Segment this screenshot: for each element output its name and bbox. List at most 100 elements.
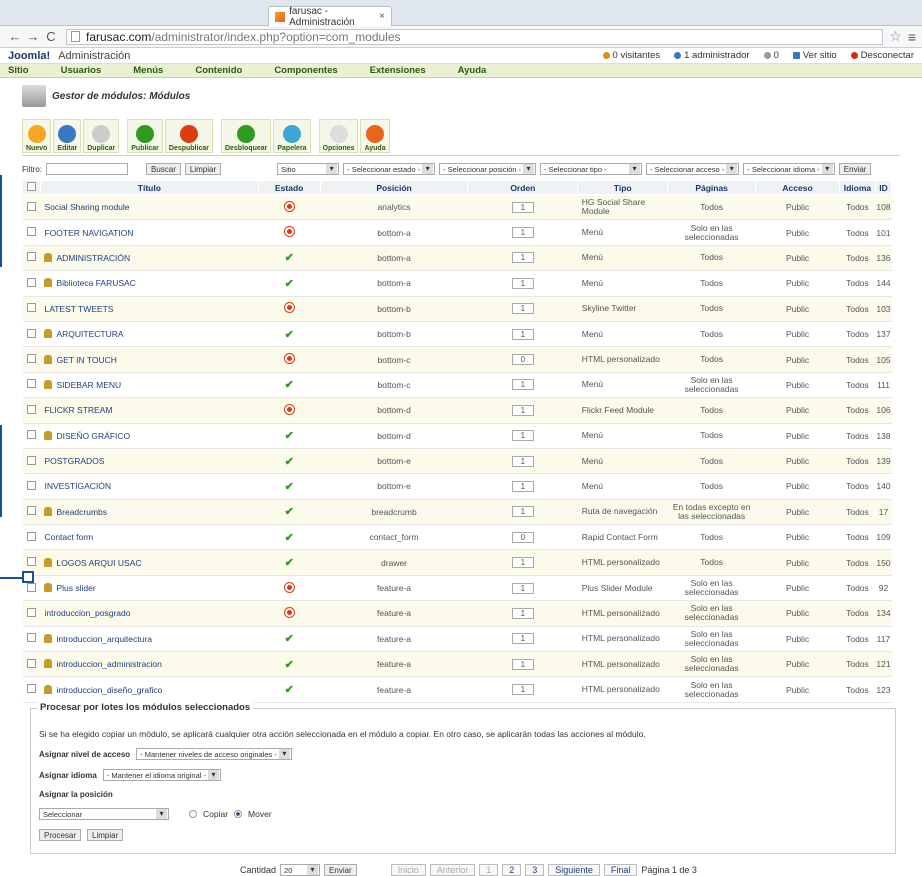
row-select-cell[interactable] xyxy=(22,499,41,526)
type-select[interactable]: - Seleccionar tipo - xyxy=(540,163,643,175)
pager-send-button[interactable]: Enviar xyxy=(324,864,357,876)
site-select[interactable]: Sitio xyxy=(277,163,340,175)
close-icon[interactable]: × xyxy=(379,11,385,22)
menu-extensiones[interactable]: Extensiones xyxy=(370,65,426,76)
row-checkbox[interactable] xyxy=(26,531,36,541)
position-select[interactable]: - Seleccionar posición - xyxy=(439,163,537,175)
url-input[interactable]: farusac.com /administrator/index.php?opt… xyxy=(66,28,884,45)
row-checkbox[interactable] xyxy=(26,303,36,313)
col-position[interactable]: Posición xyxy=(319,180,469,195)
toolbar-duplicar-button[interactable]: Duplicar xyxy=(83,119,120,153)
table-row[interactable]: POSTGRADOS ✔ bottom-e 1 Menú Todos Public Todos… xyxy=(22,448,892,475)
menu-contenido[interactable]: Contenido xyxy=(195,65,242,76)
table-row[interactable]: Biblioteca FARUSAC ✔ bottom-a 1 Menú Todos Pub… xyxy=(22,270,892,297)
lock-icon[interactable] xyxy=(44,329,53,339)
access-select[interactable]: - Seleccionar acceso - xyxy=(646,163,740,175)
module-title[interactable]: GET IN TOUCH xyxy=(56,355,116,365)
module-title[interactable]: Breadcrumbs xyxy=(56,507,107,517)
row-checkbox[interactable] xyxy=(26,633,36,643)
select-all-header[interactable] xyxy=(22,180,41,195)
order-input[interactable]: 1 xyxy=(511,607,534,619)
module-title[interactable]: introduccion_diseño_grafico xyxy=(56,685,162,695)
order-input[interactable]: 1 xyxy=(511,455,534,467)
col-language[interactable]: Idioma xyxy=(838,180,876,195)
access-level-select[interactable]: - Mantener niveles de acceso originales … xyxy=(136,748,292,760)
row-select-cell[interactable] xyxy=(22,346,41,373)
toolbar-opciones-button[interactable]: Opciones xyxy=(318,119,359,153)
module-title[interactable]: introduccion_administracion xyxy=(56,659,161,669)
menu-componentes[interactable]: Componentes xyxy=(274,65,337,76)
order-input[interactable]: 1 xyxy=(511,633,534,645)
row-checkbox[interactable] xyxy=(26,684,36,694)
col-id[interactable]: ID xyxy=(874,180,893,195)
table-row[interactable]: ARQUITECTURA ✔ bottom-b 1 Menú Todos Public Tod… xyxy=(22,321,892,348)
row-checkbox[interactable] xyxy=(26,201,36,211)
lock-icon[interactable] xyxy=(44,583,53,593)
row-select-cell[interactable] xyxy=(22,270,41,297)
module-title[interactable]: LATEST TWEETS xyxy=(44,304,113,314)
table-row[interactable]: LATEST TWEETS bottom-b 1 Skyline Twitter Tod… xyxy=(22,296,892,322)
table-row[interactable]: INVESTIGACIÓN ✔ bottom-e 1 Menú Todos Public To… xyxy=(22,473,892,500)
row-select-cell[interactable] xyxy=(22,296,41,322)
published-icon[interactable]: ✔ xyxy=(285,633,294,645)
unpublished-icon[interactable] xyxy=(284,354,294,364)
unpublished-icon[interactable] xyxy=(284,227,294,237)
order-input[interactable]: 1 xyxy=(511,658,534,670)
row-checkbox[interactable] xyxy=(26,480,36,490)
published-icon[interactable]: ✔ xyxy=(285,659,294,671)
module-title[interactable]: Contact form xyxy=(44,532,93,542)
lock-icon[interactable] xyxy=(44,659,53,669)
row-select-cell[interactable] xyxy=(22,651,41,678)
row-checkbox[interactable] xyxy=(26,506,36,516)
menu-menus[interactable]: Menús xyxy=(133,65,163,76)
module-title[interactable]: Biblioteca FARUSAC xyxy=(56,278,135,288)
filter-search-input[interactable] xyxy=(46,163,128,175)
row-checkbox[interactable] xyxy=(26,607,36,617)
batch-clear-button[interactable]: Limpiar xyxy=(87,829,124,841)
search-button[interactable]: Buscar xyxy=(146,163,181,175)
col-type[interactable]: Tipo xyxy=(577,180,669,195)
copy-radio[interactable] xyxy=(189,810,197,818)
row-select-cell[interactable] xyxy=(22,397,41,424)
row-select-cell[interactable] xyxy=(22,676,41,703)
row-select-cell[interactable] xyxy=(22,321,41,348)
next-page-button[interactable]: Siguiente xyxy=(548,864,600,876)
toolbar-editar-button[interactable]: Editar xyxy=(53,119,82,153)
col-pages[interactable]: Páginas xyxy=(667,180,757,195)
order-input[interactable]: 1 xyxy=(511,684,534,696)
published-icon[interactable]: ✔ xyxy=(285,481,294,493)
forward-icon[interactable]: → xyxy=(24,29,42,44)
send-button[interactable]: Enviar xyxy=(838,163,872,175)
order-input[interactable]: 1 xyxy=(511,557,534,569)
module-title[interactable]: SIDEBAR MENU xyxy=(56,380,121,390)
col-title[interactable]: Título xyxy=(39,180,259,195)
published-icon[interactable]: ✔ xyxy=(285,456,294,468)
row-select-cell[interactable] xyxy=(22,219,41,246)
state-select[interactable]: - Seleccionar estado - xyxy=(343,163,436,175)
quantity-select[interactable]: 20 xyxy=(280,864,321,876)
row-checkbox[interactable] xyxy=(26,557,36,567)
lock-icon[interactable] xyxy=(44,252,53,262)
language-select[interactable]: - Seleccionar idioma - xyxy=(743,163,835,175)
row-checkbox[interactable] xyxy=(26,252,36,262)
position-batch-select[interactable]: Seleccionar xyxy=(39,808,169,820)
unpublished-icon[interactable] xyxy=(284,201,294,211)
module-title[interactable]: INVESTIGACIÓN xyxy=(44,481,111,491)
published-icon[interactable]: ✔ xyxy=(285,684,294,696)
row-select-cell[interactable] xyxy=(22,600,41,627)
lock-icon[interactable] xyxy=(44,557,53,567)
order-input[interactable]: 1 xyxy=(511,404,534,416)
move-radio[interactable] xyxy=(234,810,243,818)
last-page-button[interactable]: Final xyxy=(603,864,638,876)
row-select-cell[interactable] xyxy=(22,194,41,221)
lock-icon[interactable] xyxy=(44,633,53,643)
lock-icon[interactable] xyxy=(44,278,53,288)
module-title[interactable]: Social Sharing module xyxy=(44,202,129,212)
toolbar-desbloquear-button[interactable]: Desbloquear xyxy=(220,119,272,153)
toolbar-ayuda-button[interactable]: Ayuda xyxy=(360,119,390,153)
published-icon[interactable]: ✔ xyxy=(285,252,294,264)
module-title[interactable]: ADMINISTRACIÓN xyxy=(56,253,130,263)
row-checkbox[interactable] xyxy=(26,227,36,237)
row-select-cell[interactable] xyxy=(22,448,41,475)
menu-usuarios[interactable]: Usuarios xyxy=(61,65,102,76)
